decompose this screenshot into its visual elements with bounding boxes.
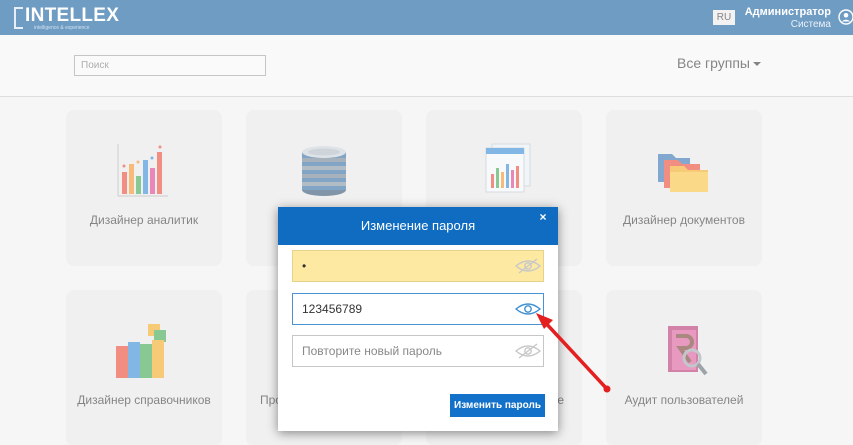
eye-off-icon[interactable]	[514, 257, 542, 275]
annotation-arrow-icon	[536, 313, 611, 393]
repeat-password-field[interactable]	[292, 335, 544, 367]
close-icon[interactable]: ×	[535, 209, 551, 225]
dialog-title: Изменение пароля	[360, 218, 476, 233]
current-password-field[interactable]	[292, 250, 544, 282]
dialog-header: Изменение пароля	[278, 207, 558, 245]
new-password-field[interactable]	[292, 293, 544, 325]
change-password-dialog: Изменение пароля × Изменить пароль	[278, 207, 558, 431]
